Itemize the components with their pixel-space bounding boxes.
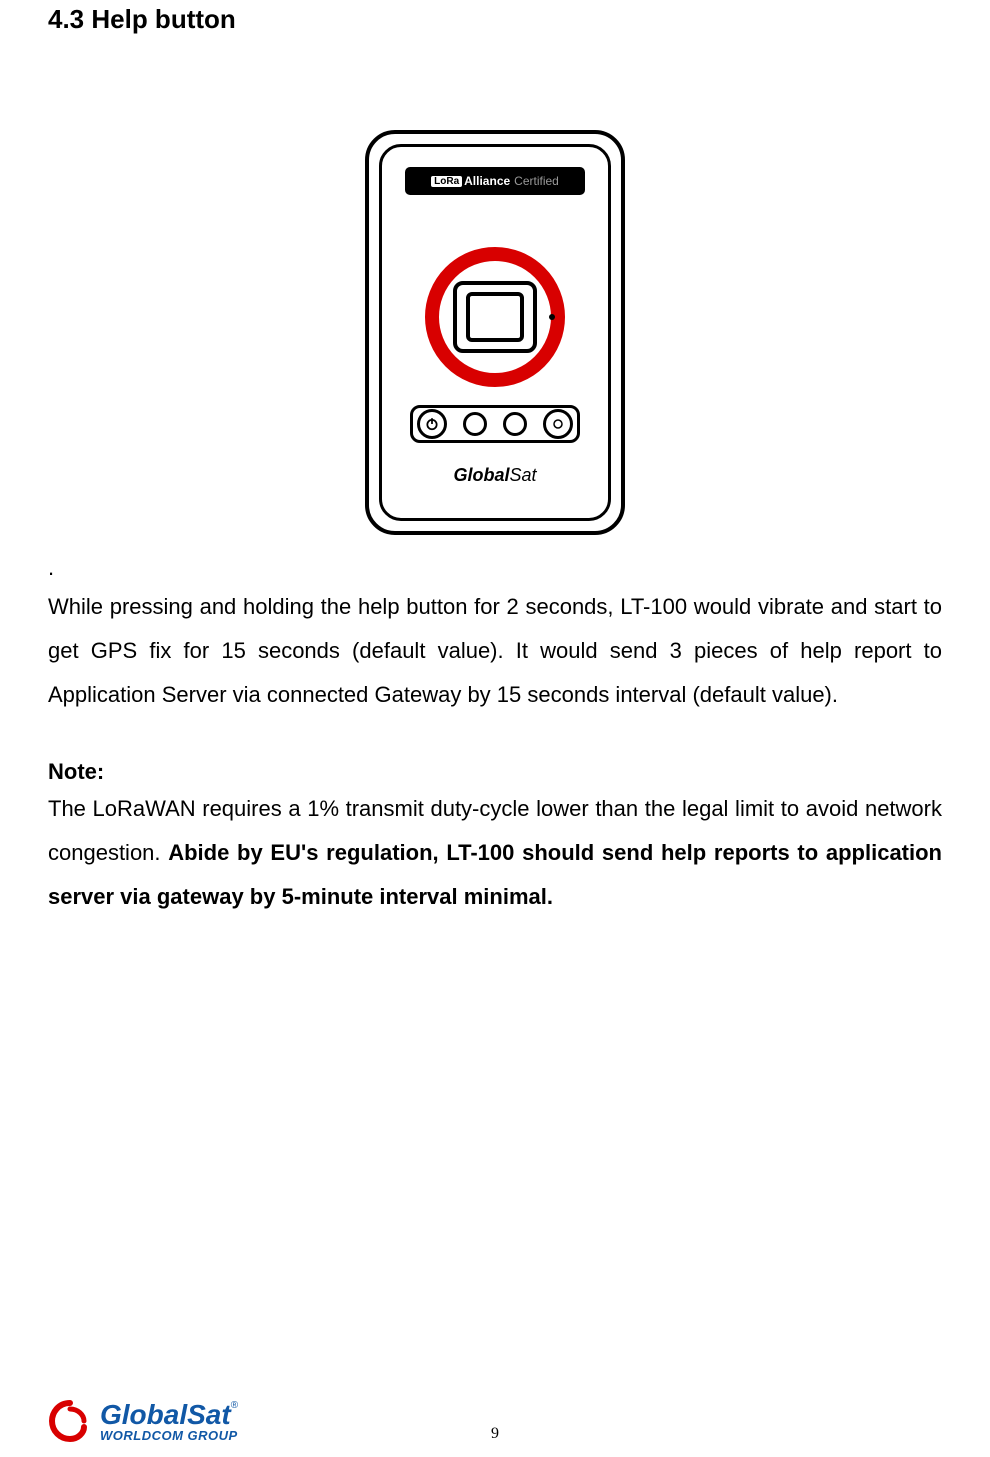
circle-button-icon xyxy=(543,409,573,439)
brand-bold: Global xyxy=(453,465,509,485)
certified-text: Certified xyxy=(514,174,559,188)
indicator-1 xyxy=(463,412,487,436)
brand-light: Sat xyxy=(509,465,536,485)
help-button-outer xyxy=(453,281,537,353)
device-outer-frame: LoRa Alliance Certified xyxy=(365,130,625,535)
footer-text-group: GlobalSat® WORLDCOM GROUP xyxy=(100,1401,238,1442)
footer-logo: GlobalSat® WORLDCOM GROUP xyxy=(48,1399,238,1443)
help-button-inner xyxy=(466,292,524,342)
lora-alliance-badge: LoRa Alliance Certified xyxy=(405,167,585,195)
footer-brand-light: Sat xyxy=(187,1399,231,1430)
note-bold-text: Abide by EU's regulation, LT-100 should … xyxy=(48,840,942,909)
alliance-text: Alliance xyxy=(464,174,510,188)
footer-subtitle: WORLDCOM GROUP xyxy=(100,1429,238,1442)
note-label: Note: xyxy=(48,759,942,785)
help-button-highlight-circle xyxy=(425,247,565,387)
main-paragraph: While pressing and holding the help butt… xyxy=(48,585,942,717)
footer-registered-icon: ® xyxy=(231,1400,238,1411)
power-button-icon xyxy=(417,409,447,439)
section-heading: 4.3 Help button xyxy=(48,4,942,35)
footer-logo-icon xyxy=(48,1399,92,1443)
device-brand-label: GlobalSat xyxy=(453,465,536,486)
led-indicator xyxy=(549,314,555,320)
note-paragraph: The LoRaWAN requires a 1% transmit duty-… xyxy=(48,787,942,919)
device-button-row xyxy=(410,405,580,443)
footer-brand-bold: Global xyxy=(100,1399,187,1430)
device-inner-frame: LoRa Alliance Certified xyxy=(379,144,611,521)
page-number: 9 xyxy=(491,1425,499,1443)
lora-logo: LoRa xyxy=(431,176,462,187)
device-figure: LoRa Alliance Certified xyxy=(48,130,942,535)
indicator-2 xyxy=(503,412,527,436)
page-footer: GlobalSat® WORLDCOM GROUP 9 xyxy=(48,1399,942,1443)
dot-separator: . xyxy=(48,555,942,581)
